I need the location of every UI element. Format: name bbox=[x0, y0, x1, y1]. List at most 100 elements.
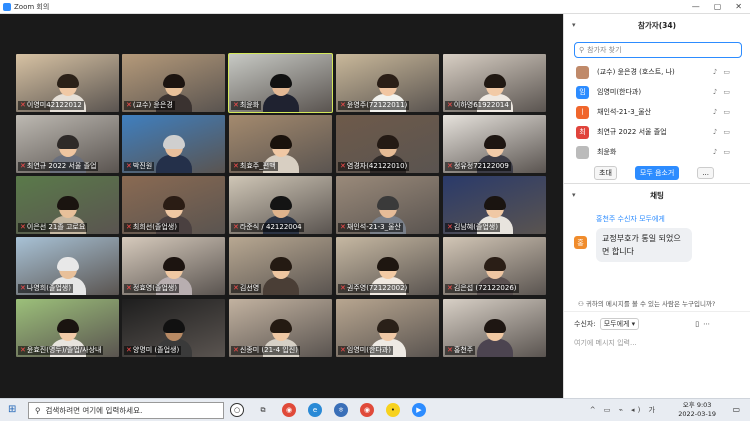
participant-name: 채인석-21-3_울산 bbox=[346, 223, 401, 231]
taskbar-search-placeholder: 검색하려면 여기에 입력하세요. bbox=[45, 405, 143, 415]
cortana-icon[interactable]: ○ bbox=[230, 403, 244, 417]
participant-video-tile[interactable]: ✕최윤화 bbox=[228, 53, 333, 113]
taskbar-clock[interactable]: 오후 9:03 2022-03-19 bbox=[678, 401, 716, 419]
participant-video-tile[interactable]: ✕정효영(졸업생) bbox=[122, 237, 225, 295]
mic-camera-icons[interactable]: ♪▭ bbox=[713, 148, 736, 156]
participant-actions: 초대 모두 음소거 ... bbox=[564, 162, 750, 184]
muted-mic-icon: ✕ bbox=[340, 101, 346, 109]
participant-video-tile[interactable]: ✕최효주_편백 bbox=[229, 115, 332, 173]
muted-mic-icon: ✕ bbox=[233, 162, 239, 170]
chat-input[interactable]: 여기에 메시지 입력... bbox=[564, 330, 750, 348]
figure-hair bbox=[376, 319, 399, 333]
file-icon[interactable]: ▯ bbox=[695, 320, 699, 328]
participant-video-tile[interactable]: ✕김선영 bbox=[229, 237, 332, 295]
participant-video-tile[interactable]: ✕김은섭 (72122026) bbox=[443, 237, 546, 295]
recipient-select[interactable]: 모두에게 ▾ bbox=[599, 318, 640, 330]
edge-icon[interactable]: e bbox=[308, 403, 322, 417]
participant-search-input[interactable]: ⚲ 참가자 찾기 bbox=[574, 42, 742, 58]
more-chat-icon[interactable]: ⋯ bbox=[703, 320, 710, 328]
more-options-button[interactable]: ... bbox=[697, 166, 715, 179]
muted-mic-icon: ✕ bbox=[126, 101, 132, 109]
participant-row[interactable]: (교수) 윤은경 (호스트, 나) ♪▭ bbox=[564, 62, 750, 82]
system-tray[interactable]: ^ ▭ ⌁ ◂) 가 bbox=[590, 405, 658, 415]
figure-hair bbox=[56, 74, 79, 88]
hwp-icon[interactable]: ㅎ bbox=[334, 403, 348, 417]
notification-icon[interactable]: ▭ bbox=[732, 405, 740, 414]
participant-row-name: 최연규 2022 서울 졸업 bbox=[597, 128, 667, 136]
mute-all-button[interactable]: 모두 음소거 bbox=[634, 165, 680, 180]
participant-video-tile[interactable]: ✕이은선 21졸 고로요 bbox=[16, 176, 119, 234]
minimize-button[interactable]: — bbox=[692, 2, 700, 11]
participant-video-tile[interactable]: ✕박진원 bbox=[122, 115, 225, 173]
figure-hair bbox=[269, 319, 292, 333]
participant-row[interactable]: 임 임영미(한다과) ♪▭ bbox=[564, 82, 750, 102]
participant-row[interactable]: 최윤화 ♪▭ bbox=[564, 142, 750, 162]
participant-video-tile[interactable]: ✕나영희(졸업생) bbox=[16, 237, 119, 295]
mic-camera-icons[interactable]: ♪▭ bbox=[713, 88, 736, 96]
invite-button[interactable]: 초대 bbox=[594, 165, 617, 180]
muted-mic-icon: ✕ bbox=[126, 162, 132, 170]
chrome-profile-icon[interactable]: ◉ bbox=[360, 403, 374, 417]
collapse-chevron-icon[interactable]: ▾ bbox=[572, 21, 576, 29]
chat-messages: 홍천주 수신자 모두에게 홍 교정부호가 통일 되었으면 합니다 bbox=[564, 206, 750, 288]
participant-video-tile[interactable]: ✕(교수) 윤은경 bbox=[122, 54, 225, 112]
taskbar-search-input[interactable]: ⚲ 검색하려면 여기에 입력하세요. bbox=[28, 401, 224, 419]
participant-video-tile[interactable]: ✕김남혜(졸업생) bbox=[443, 176, 546, 234]
participant-row[interactable]: 최 최연규 2022 서울 졸업 ♪▭ bbox=[564, 122, 750, 142]
mic-camera-icons[interactable]: ♪▭ bbox=[713, 68, 736, 76]
participant-video-tile[interactable]: ✕채인석-21-3_울산 bbox=[336, 176, 439, 234]
chat-input-placeholder: 여기에 메시지 입력... bbox=[574, 339, 637, 347]
muted-mic-icon: ✕ bbox=[126, 223, 132, 231]
participant-video-tile[interactable]: ✕최희선(졸업생) bbox=[122, 176, 225, 234]
participant-video-tile[interactable]: ✕라준식 / 42122004 bbox=[229, 176, 332, 234]
task-view-icon[interactable]: ⧉ bbox=[256, 403, 270, 417]
search-icon: ⚲ bbox=[35, 405, 41, 415]
participant-video-tile[interactable]: ✕임영미(한다과) bbox=[336, 299, 439, 357]
muted-mic-icon: ✕ bbox=[233, 346, 239, 354]
participant-video-tile[interactable]: ✕염경자(42122010) bbox=[336, 115, 439, 173]
windows-start-icon[interactable]: ⊞ bbox=[8, 404, 16, 415]
chrome-icon[interactable]: ◉ bbox=[282, 403, 296, 417]
participant-name-label: ✕신종미 (21-4 입진) bbox=[231, 346, 300, 355]
participant-name-label: ✕김은섭 (72122026) bbox=[445, 284, 519, 293]
muted-mic-icon: ✕ bbox=[447, 101, 453, 109]
participant-video-tile[interactable]: ✕윤영주(72122011) bbox=[336, 54, 439, 112]
muted-mic-icon: ✕ bbox=[233, 284, 239, 292]
participant-row-name: 임영미(한다과) bbox=[597, 88, 642, 96]
figure-hair bbox=[376, 257, 399, 271]
participant-name: 이영미42122012 bbox=[26, 101, 82, 109]
close-button[interactable]: ✕ bbox=[735, 2, 742, 11]
mic-camera-icons[interactable]: ♪▭ bbox=[713, 128, 736, 136]
participant-name: 김선영 bbox=[239, 284, 260, 292]
participant-video-tile[interactable]: ✕정유정72122009 bbox=[443, 115, 546, 173]
participant-video-tile[interactable]: ✕윤효진(명두)/졸업/사상내 bbox=[16, 299, 119, 357]
participant-video-tile[interactable]: ✕이영미42122012 bbox=[16, 54, 119, 112]
participant-name: 윤영주(72122011) bbox=[346, 101, 408, 109]
muted-mic-icon: ✕ bbox=[340, 162, 346, 170]
clock-date: 2022-03-19 bbox=[678, 410, 716, 418]
window-title: Zoom 회의 bbox=[14, 2, 50, 11]
figure-hair bbox=[56, 319, 79, 333]
participant-video-tile[interactable]: ✕권주영(72122002) bbox=[336, 237, 439, 295]
tray-icons: ^ ▭ ⌁ ◂) bbox=[589, 406, 644, 414]
participant-row[interactable]: ㅣ 채인석-21-3_울산 ♪▭ bbox=[564, 102, 750, 122]
participants-header: ▾ 참가자(34) bbox=[564, 14, 750, 36]
collapse-chevron-icon[interactable]: ▾ bbox=[572, 191, 576, 199]
participant-video-tile[interactable]: ✕홍천주 bbox=[443, 299, 546, 357]
chat-visibility-notice[interactable]: ⚇ 귀하의 메시지를 볼 수 있는 사람은 누구입니까? bbox=[564, 298, 750, 312]
maximize-button[interactable]: ▢ bbox=[714, 2, 722, 11]
zoom-taskbar-icon[interactable]: ▶ bbox=[412, 403, 426, 417]
participant-video-tile[interactable]: ✕이하영61922014 bbox=[443, 54, 546, 112]
participant-video-tile[interactable]: ✕최연규 2022 서울 졸업 bbox=[16, 115, 119, 173]
mic-camera-icons[interactable]: ♪▭ bbox=[713, 108, 736, 116]
kakaotalk-icon[interactable]: • bbox=[386, 403, 400, 417]
ime-indicator[interactable]: 가 bbox=[649, 406, 658, 414]
participant-name: 염경자(42122010) bbox=[346, 162, 408, 170]
participant-figure bbox=[155, 135, 192, 173]
participant-video-tile[interactable]: ✕신종미 (21-4 입진) bbox=[229, 299, 332, 357]
participant-video-tile[interactable]: ✕양명미 (졸업생) bbox=[122, 299, 225, 357]
participant-name: 라준식 / 42122004 bbox=[239, 223, 302, 231]
figure-body bbox=[262, 94, 299, 112]
participant-name: 최희선(졸업생) bbox=[132, 223, 177, 231]
muted-mic-icon: ✕ bbox=[20, 284, 26, 292]
